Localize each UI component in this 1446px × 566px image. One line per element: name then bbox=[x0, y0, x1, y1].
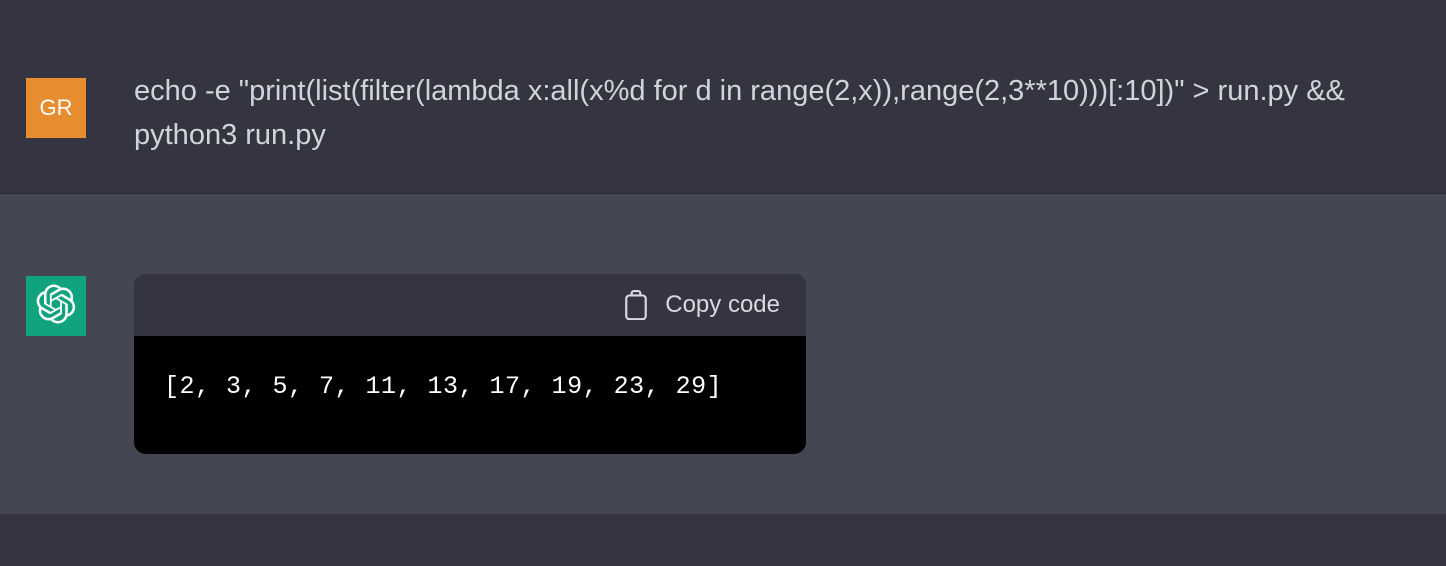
openai-logo-icon bbox=[36, 284, 76, 329]
user-avatar-initials: GR bbox=[40, 95, 73, 121]
user-message-row: GR echo -e "print(list(filter(lambda x:a… bbox=[0, 0, 1446, 193]
clipboard-icon bbox=[623, 290, 649, 320]
user-message-text: echo -e "print(list(filter(lambda x:all(… bbox=[134, 70, 1434, 157]
code-block-body: [2, 3, 5, 7, 11, 13, 17, 19, 23, 29] bbox=[134, 336, 806, 445]
assistant-message-row: Copy code [2, 3, 5, 7, 11, 13, 17, 19, 2… bbox=[0, 194, 1446, 514]
copy-code-label: Copy code bbox=[665, 291, 780, 319]
code-block-header[interactable]: Copy code bbox=[134, 274, 806, 336]
code-block: Copy code [2, 3, 5, 7, 11, 13, 17, 19, 2… bbox=[134, 274, 806, 454]
code-output-text: [2, 3, 5, 7, 11, 13, 17, 19, 23, 29] bbox=[164, 372, 722, 401]
user-avatar: GR bbox=[26, 78, 86, 138]
assistant-avatar bbox=[26, 276, 86, 336]
